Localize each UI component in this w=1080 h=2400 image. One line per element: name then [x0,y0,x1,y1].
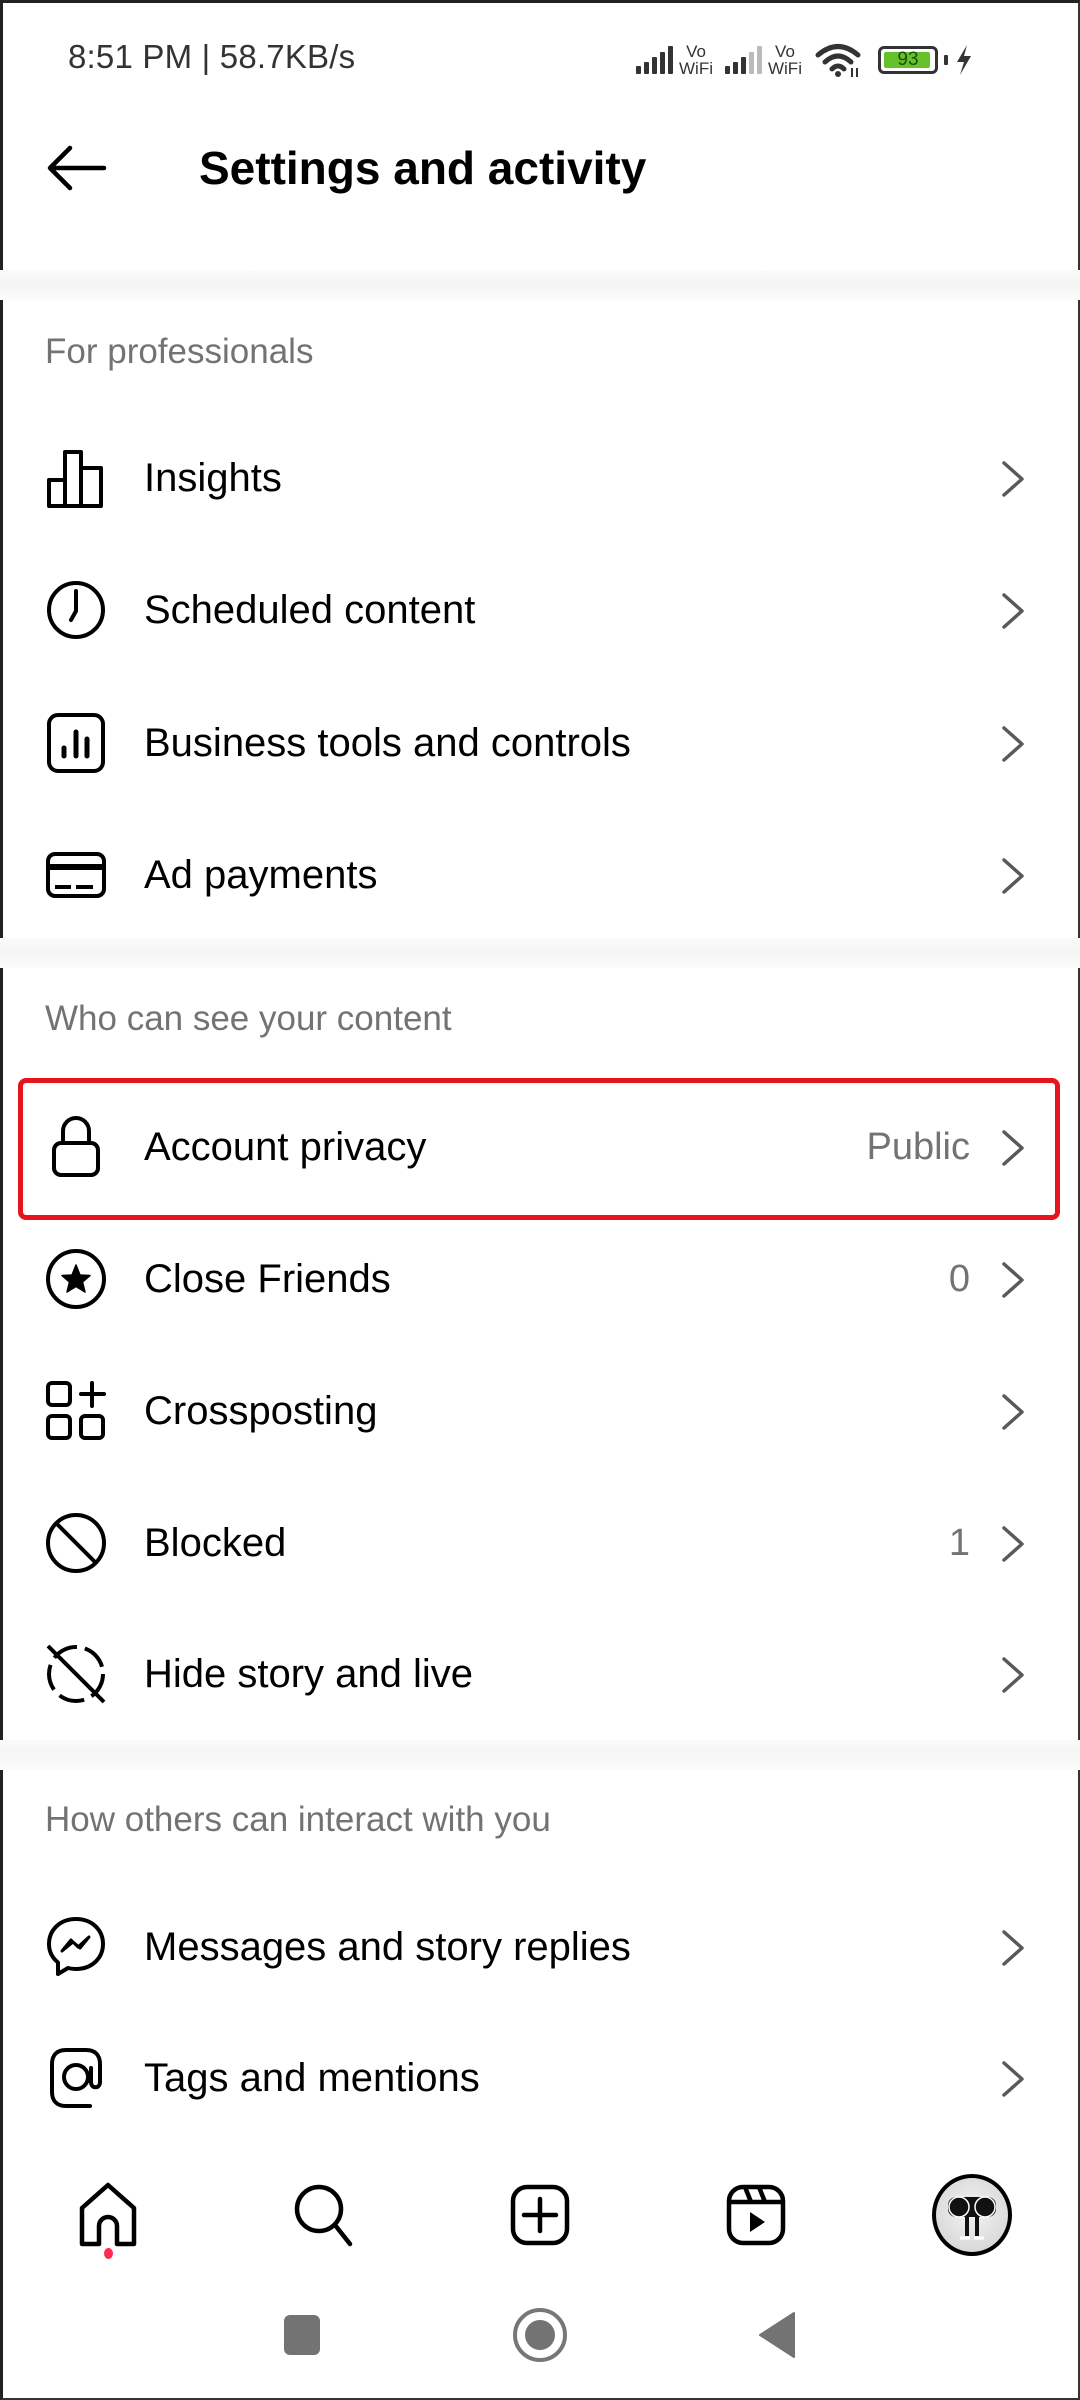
menu-item-label: Messages and story replies [144,1925,631,1969]
system-navigation-bar [0,2295,1080,2375]
page-title: Settings and activity [199,142,647,194]
back-triangle-icon [759,2312,795,2358]
search-icon [294,2184,353,2247]
menu-item-tags-mentions[interactable]: Tags and mentions [0,2012,1080,2144]
signal-sim2-icon [724,46,762,74]
battery-level: 93 [897,49,919,70]
business-tools-chart-icon [44,711,108,775]
system-back-button[interactable] [738,2295,818,2375]
chevron-right-icon [1002,1526,1024,1562]
chevron-right-icon [1002,1930,1024,1966]
system-home-button[interactable] [500,2295,580,2375]
chevron-right-icon [1002,1262,1024,1298]
nav-profile-button[interactable] [912,2160,1032,2270]
close-friends-count: 0 [948,1258,970,1300]
menu-item-label: Blocked [144,1521,287,1565]
blocked-icon [44,1511,108,1575]
create-post-icon [510,2184,570,2246]
section-divider [0,938,1080,968]
bottom-navigation-bar [0,2160,1080,2280]
menu-item-label: Crossposting [144,1389,378,1433]
menu-item-label: Scheduled content [144,588,476,632]
avatar-character-image [948,2196,996,2240]
menu-item-business-tools[interactable]: Business tools and controls [0,677,1080,809]
menu-item-label: Tags and mentions [144,2056,480,2100]
blocked-count: 1 [948,1522,970,1564]
menu-item-ad-payments[interactable]: Ad payments [0,809,1080,941]
section-header-who-can-see: Who can see your content [45,999,452,1038]
clock-icon [44,578,108,642]
at-sign-icon [44,2046,108,2110]
home-circle-icon [513,2308,567,2362]
credit-card-icon [44,843,108,907]
reels-icon [726,2184,786,2246]
menu-item-account-privacy[interactable]: Account privacy Public [0,1081,1080,1213]
menu-item-label: Ad payments [144,853,378,897]
charging-bolt-icon [956,45,971,75]
menu-item-label: Hide story and live [144,1652,474,1696]
chevron-right-icon [1002,1130,1024,1166]
chevron-right-icon [1002,858,1024,894]
back-button[interactable] [40,136,112,200]
chevron-right-icon [1002,1657,1024,1693]
section-divider [0,270,1080,300]
hide-story-icon [44,1642,108,1706]
recents-square-icon [284,2315,320,2355]
menu-item-crossposting[interactable]: Crossposting [0,1345,1080,1477]
chevron-right-icon [1002,593,1024,629]
battery-tip [943,55,948,65]
chevron-right-icon [1002,2061,1024,2097]
star-circle-icon [44,1247,108,1311]
lock-icon [44,1115,108,1179]
menu-item-hide-story[interactable]: Hide story and live [0,1608,1080,1740]
menu-item-close-friends[interactable]: Close Friends 0 [0,1213,1080,1345]
section-divider [0,1740,1080,1770]
nav-search-button[interactable] [264,2160,384,2270]
wifi-icon [815,44,861,77]
menu-item-label: Close Friends [144,1257,391,1301]
arrow-left-icon [47,145,107,191]
status-time-speed: 8:51 PM | 58.7KB/s [68,38,356,75]
section-header-how-others-interact: How others can interact with you [45,1800,551,1839]
chevron-right-icon [1002,1394,1024,1430]
chevron-right-icon [1002,726,1024,762]
home-icon [79,2182,137,2247]
menu-item-label: Business tools and controls [144,721,631,765]
crossposting-grid-plus-icon [44,1379,108,1443]
messenger-icon [44,1915,108,1979]
vowifi-sim2-label: Vo WiFi [767,42,802,78]
menu-item-label: Account privacy [144,1125,427,1169]
menu-item-scheduled-content[interactable]: Scheduled content [0,544,1080,676]
status-icons: Vo WiFi Vo WiFi 93 [636,38,974,82]
nav-create-button[interactable] [480,2160,600,2270]
system-recents-button[interactable] [262,2295,342,2375]
profile-avatar [932,2174,1012,2256]
menu-item-label: Insights [144,456,282,500]
chevron-right-icon [1002,461,1024,497]
section-header-for-professionals: For professionals [45,332,314,371]
battery-icon: 93 [877,46,938,74]
menu-item-messages[interactable]: Messages and story replies [0,1881,1080,2013]
signal-sim1-icon [636,46,673,74]
menu-item-insights[interactable]: Insights [0,412,1080,544]
account-privacy-value: Public [866,1126,971,1168]
menu-item-blocked[interactable]: Blocked 1 [0,1477,1080,1609]
insights-bar-chart-icon [44,446,108,510]
nav-reels-button[interactable] [696,2160,816,2270]
home-notification-dot [104,2248,113,2259]
vowifi-sim1-label: Vo WiFi [679,42,713,78]
